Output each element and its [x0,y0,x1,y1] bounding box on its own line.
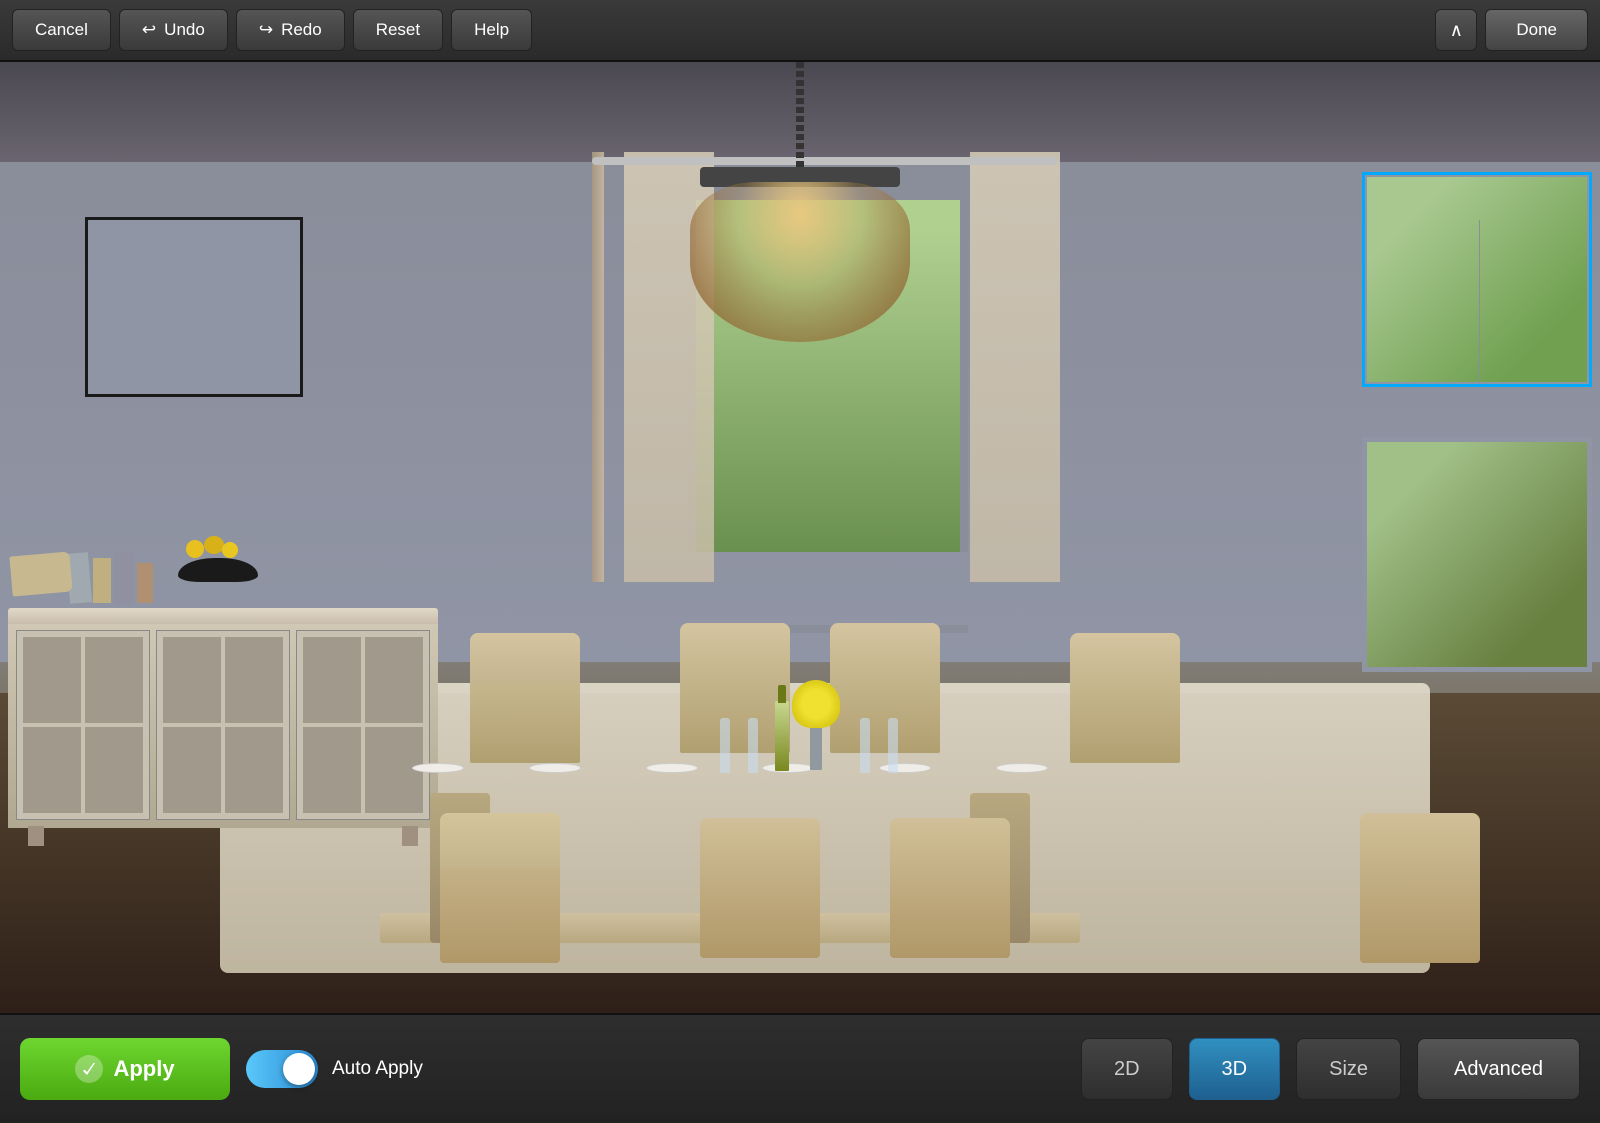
auto-apply-label: Auto Apply [332,1058,423,1080]
wine-glasses-right [860,718,898,773]
right-window-bottom [1362,437,1592,672]
size-button[interactable]: Size [1296,1038,1401,1100]
redo-icon: ↪ [259,20,273,40]
done-button[interactable]: Done [1485,9,1588,51]
auto-apply-toggle[interactable] [246,1050,318,1088]
chandelier-chain [796,62,804,172]
curtain-left-edge [592,152,604,582]
chair-front-2 [700,818,820,958]
chevron-up-icon: ∧ [1450,20,1463,41]
advanced-button[interactable]: Advanced [1417,1038,1580,1100]
art-frame[interactable] [85,217,303,397]
chair-front-4 [1360,813,1480,963]
wine-bottle [775,701,789,771]
flower-vase [810,725,822,770]
wine-glasses [720,718,758,773]
chandelier-body [690,182,910,342]
sideboard[interactable] [8,608,438,828]
collapse-button[interactable]: ∧ [1435,9,1477,51]
auto-apply-section: Auto Apply [246,1050,423,1088]
redo-button[interactable]: ↪ Redo [236,9,345,51]
chair-front-3 [890,818,1010,958]
undo-button[interactable]: ↩ Undo [119,9,228,51]
window-right-frame [960,192,968,552]
cancel-button[interactable]: Cancel [12,9,111,51]
right-window-top-divider [1479,220,1480,385]
bottom-toolbar: Apply Auto Apply 2D 3D Size Advanced [0,1013,1600,1123]
top-toolbar: Cancel ↩ Undo ↪ Redo Reset Help ∧ Done [0,0,1600,62]
apply-icon [75,1055,103,1083]
right-window-top [1362,172,1592,387]
curtain-rod [592,157,1058,165]
curtain-right [970,152,1060,582]
reset-button[interactable]: Reset [353,9,443,51]
help-button[interactable]: Help [451,9,532,51]
undo-icon: ↩ [142,20,156,40]
room-scene [0,62,1600,1013]
view-2d-button[interactable]: 2D [1081,1038,1173,1100]
chair-front-1 [440,813,560,963]
chair-back-4 [1070,633,1180,763]
view-3d-button[interactable]: 3D [1189,1038,1281,1100]
apply-button[interactable]: Apply [20,1038,230,1100]
toggle-knob [283,1053,315,1085]
chair-back-1 [470,633,580,763]
room-viewport[interactable] [0,62,1600,1013]
